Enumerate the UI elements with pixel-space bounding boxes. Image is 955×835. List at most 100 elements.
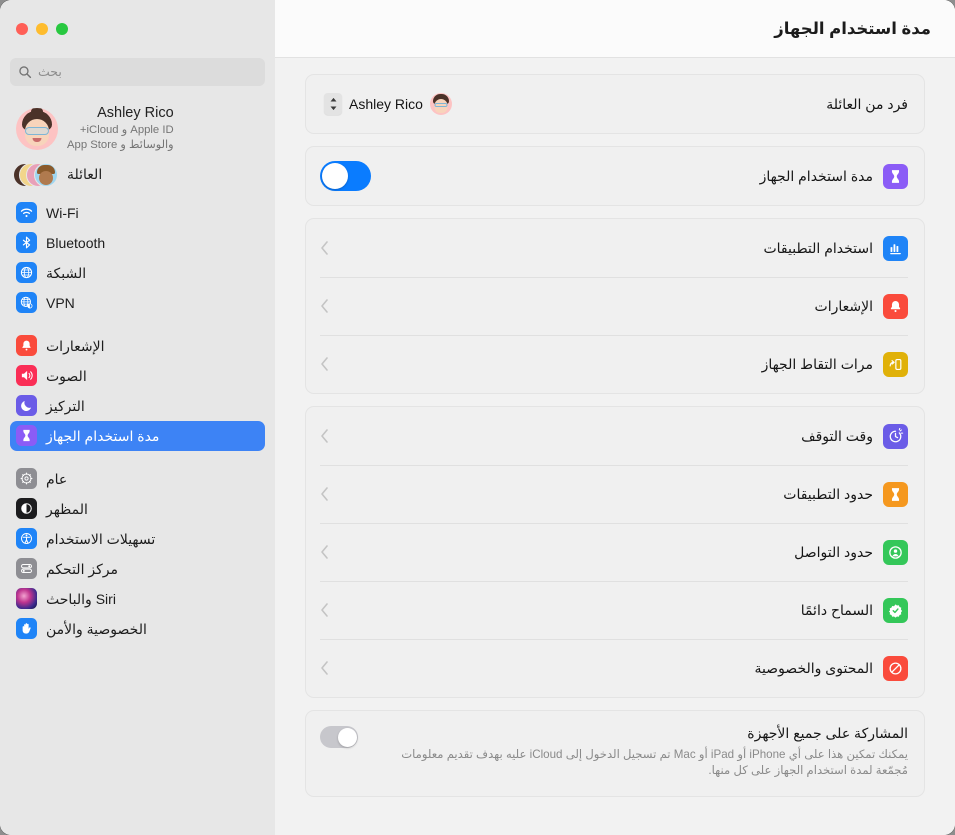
appearance-icon <box>16 498 37 520</box>
family-member-label: فرد من العائلة <box>826 95 908 112</box>
main-titlebar: مدة استخدام الجهاز <box>275 0 955 58</box>
settings-content: فرد من العائلة Ashley Rico مدة استخدام ا… <box>275 58 955 835</box>
sidebar-item-label: تسهيلات الاستخدام <box>46 530 156 547</box>
screen-time-switch[interactable] <box>320 161 371 191</box>
notifications-icon <box>883 293 908 319</box>
main-pane: مدة استخدام الجهاز فرد من العائلة Ashley… <box>275 0 955 835</box>
list-item[interactable]: حدود التواصل <box>306 523 924 581</box>
sidebar-item-label: الصوت <box>46 367 87 384</box>
family-member-card: فرد من العائلة Ashley Rico <box>305 74 925 134</box>
family-member-popup-button[interactable]: Ashley Rico <box>320 90 458 118</box>
sidebar: بحث Ashley Rico Apple ID و iCloud+ والوس… <box>0 0 275 835</box>
sidebar-item-label: مدة استخدام الجهاز <box>46 427 160 444</box>
sidebar-item-notifications[interactable]: الإشعارات <box>10 331 265 361</box>
chevron-left-icon <box>320 660 330 676</box>
sidebar-item-label: Wi-Fi <box>46 204 79 221</box>
share-title: المشاركة على جميع الأجهزة <box>747 725 908 741</box>
sidebar-item-sound[interactable]: الصوت <box>10 361 265 391</box>
settings-window: مدة استخدام الجهاز فرد من العائلة Ashley… <box>0 0 955 835</box>
communication-icon <box>883 539 908 565</box>
sidebar-item-apple-account[interactable]: Ashley Rico Apple ID و iCloud+ والوسائط … <box>10 100 265 156</box>
search-field[interactable]: بحث <box>10 58 265 86</box>
chevron-left-icon <box>320 298 330 314</box>
sidebar-item-wifi[interactable]: Wi-Fi <box>10 198 265 228</box>
sidebar-item-label: Siri والباحث <box>46 590 116 607</box>
list-item[interactable]: حدود التطبيقات <box>306 465 924 523</box>
vpn-icon <box>16 292 37 314</box>
list-item-label: استخدام التطبيقات <box>763 239 873 256</box>
sidebar-item-appearance[interactable]: المظهر <box>10 494 265 524</box>
sidebar-item-screen-time[interactable]: مدة استخدام الجهاز <box>10 420 265 451</box>
screen-time-icon <box>16 425 37 447</box>
share-across-devices-card: المشاركة على جميع الأجهزة يمكنك تمكين هذ… <box>305 710 925 797</box>
family-avatars <box>13 160 58 190</box>
sidebar-item-siri[interactable]: Siri والباحث <box>10 584 265 614</box>
sidebar-item-focus[interactable]: التركيز <box>10 391 265 421</box>
screen-time-toggle-row: مدة استخدام الجهاز <box>306 147 924 205</box>
search-placeholder: بحث <box>38 64 62 79</box>
sidebar-item-bluetooth[interactable]: Bluetooth <box>10 228 265 258</box>
chevron-left-icon <box>320 544 330 560</box>
close-button[interactable] <box>16 23 28 35</box>
sidebar-item-vpn[interactable]: VPN <box>10 288 265 318</box>
share-across-devices-row: المشاركة على جميع الأجهزة يمكنك تمكين هذ… <box>306 711 924 796</box>
minimize-button[interactable] <box>36 23 48 35</box>
sidebar-item-label: المظهر <box>46 500 88 517</box>
screen-time-icon <box>883 163 908 189</box>
pickups-icon <box>883 351 908 377</box>
sidebar-item-label: الإشعارات <box>46 337 105 354</box>
list-item[interactable]: المحتوى والخصوصية <box>306 639 924 697</box>
sidebar-group-alerts: الإشعارات الصوت التركيز مدة استخدام الجه… <box>10 331 265 451</box>
sidebar-item-label: مركز التحكم <box>46 560 118 577</box>
sidebar-item-network[interactable]: الشبكة <box>10 258 265 288</box>
accessibility-icon <box>16 528 37 550</box>
family-label: العائلة <box>67 166 103 183</box>
member-avatar <box>429 93 452 115</box>
limits-group-card: وقت التوقف حدود التطبيقات حدود التواصل ا… <box>305 406 925 698</box>
list-item-label: حدود التطبيقات <box>783 485 873 502</box>
chevron-left-icon <box>320 602 330 618</box>
maximize-button[interactable] <box>56 23 68 35</box>
screen-time-toggle-card: مدة استخدام الجهاز <box>305 146 925 206</box>
sidebar-item-family[interactable]: العائلة <box>10 156 265 194</box>
window-controls <box>10 0 265 58</box>
share-across-devices-switch[interactable] <box>320 726 358 748</box>
list-item-label: حدود التواصل <box>794 543 873 560</box>
sidebar-item-label: الخصوصية والأمن <box>46 620 147 637</box>
sidebar-item-label: VPN <box>46 294 75 311</box>
list-item[interactable]: مرات التقاط الجهاز <box>306 335 924 393</box>
chevron-left-icon <box>320 428 330 444</box>
sidebar-item-label: Bluetooth <box>46 234 106 251</box>
list-item[interactable]: وقت التوقف <box>306 407 924 465</box>
sidebar-item-label: التركيز <box>46 397 85 414</box>
sound-icon <box>16 365 37 387</box>
sidebar-item-control-center[interactable]: مركز التحكم <box>10 554 265 584</box>
screen-time-row-label: مدة استخدام الجهاز <box>759 167 873 184</box>
chevron-left-icon <box>320 356 330 372</box>
sidebar-item-accessibility[interactable]: تسهيلات الاستخدام <box>10 524 265 554</box>
page-title: مدة استخدام الجهاز <box>774 19 931 38</box>
downtime-icon <box>883 423 908 449</box>
sidebar-item-label: الشبكة <box>46 264 87 281</box>
privacy-icon <box>16 618 37 640</box>
list-item[interactable]: استخدام التطبيقات <box>306 219 924 277</box>
avatar <box>16 107 58 150</box>
family-member-value: Ashley Rico <box>349 96 423 112</box>
sidebar-group-system: عام المظهر تسهيلات الاستخدام مركز التحكم <box>10 464 265 644</box>
list-item[interactable]: الإشعارات <box>306 277 924 335</box>
sidebar-item-privacy-security[interactable]: الخصوصية والأمن <box>10 614 265 644</box>
list-item[interactable]: السماح دائمًا <box>306 581 924 639</box>
wifi-icon <box>16 202 37 224</box>
list-item-label: السماح دائمًا <box>800 601 873 618</box>
account-subtitle-line1: Apple ID و iCloud+ <box>79 123 174 136</box>
focus-icon <box>16 395 37 417</box>
sidebar-group-network: Wi-Fi Bluetooth الشبكة VPN <box>10 198 265 318</box>
control-center-icon <box>16 558 37 580</box>
chevron-up-down-icon <box>324 93 342 115</box>
content-privacy-icon <box>883 655 908 681</box>
sidebar-item-general[interactable]: عام <box>10 464 265 494</box>
chevron-left-icon <box>320 486 330 502</box>
account-name: Ashley Rico <box>97 105 174 121</box>
notifications-icon <box>16 335 37 357</box>
network-icon <box>16 262 37 284</box>
